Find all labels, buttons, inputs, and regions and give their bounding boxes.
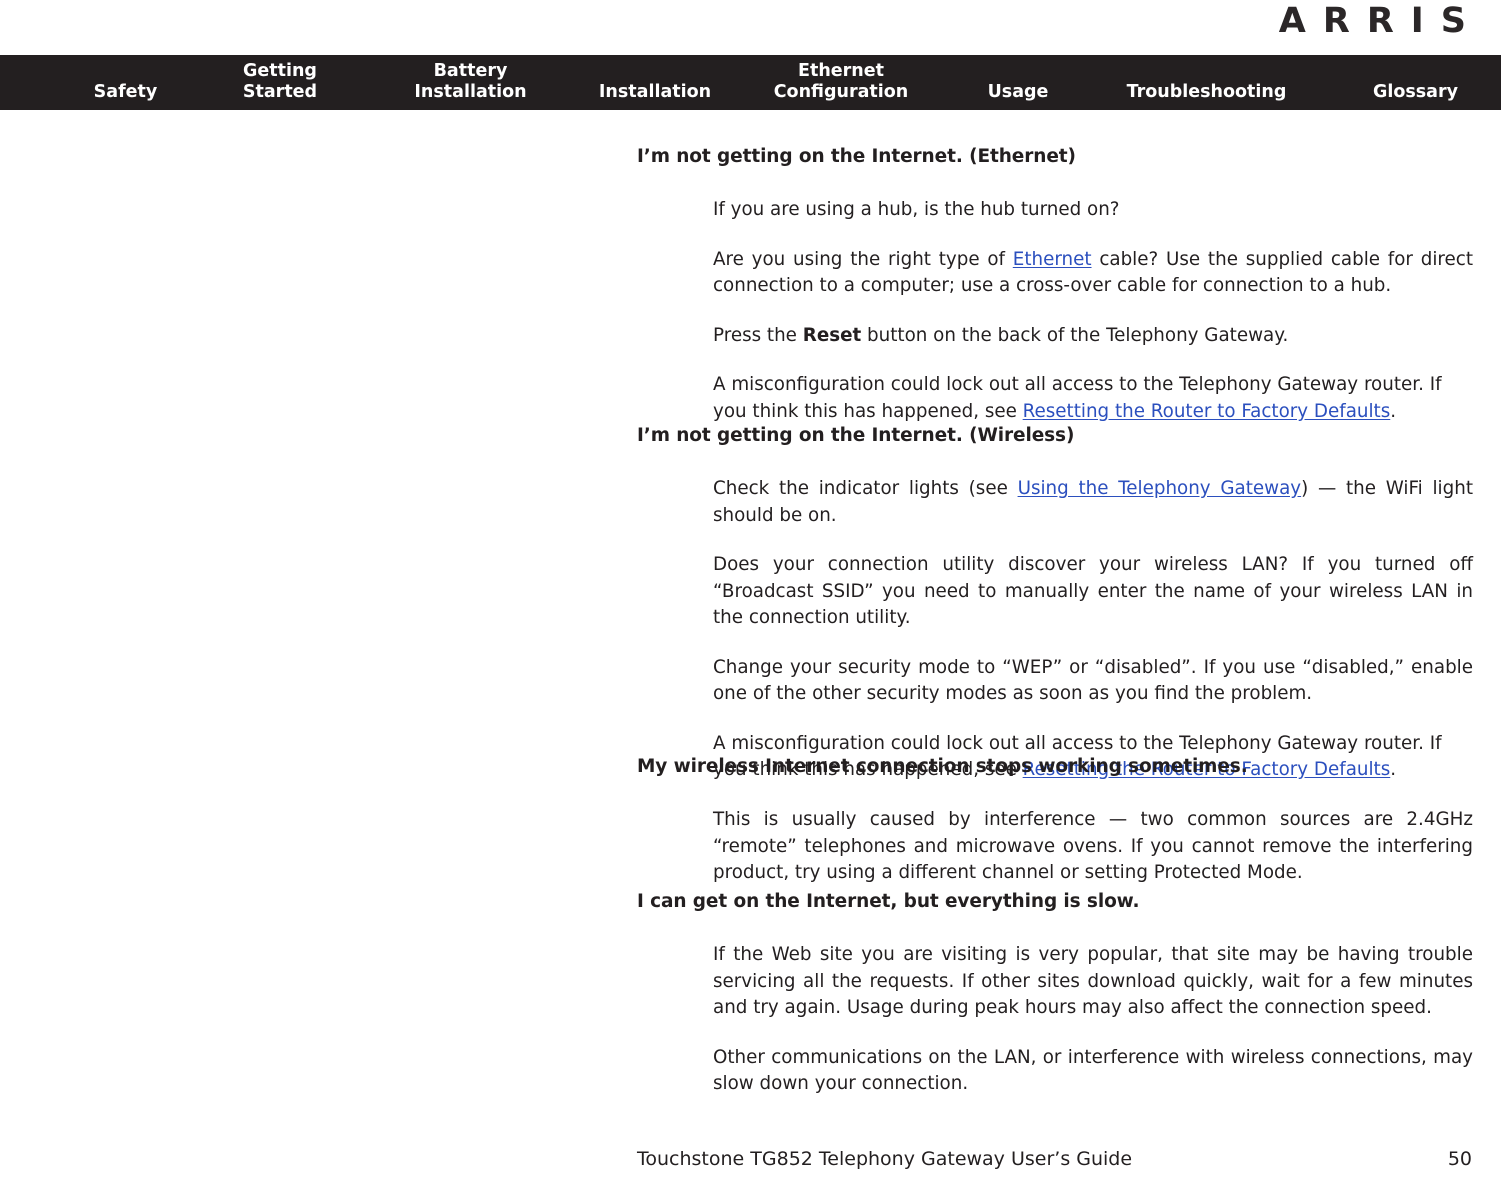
- paragraph-text: .: [1390, 400, 1397, 422]
- paragraph: This is usually caused by interference —…: [713, 807, 1473, 887]
- paragraph: If you are using a hub, is the hub turne…: [713, 197, 1473, 224]
- paragraph-text: Are you using the right type of: [713, 248, 1013, 270]
- paragraph-text: Other communications on the LAN, or inte…: [713, 1046, 1473, 1095]
- paragraph-text: If the Web site you are visiting is very…: [713, 944, 1473, 1018]
- link-using-the-telephony-gateway[interactable]: Using the Telephony Gateway: [1018, 478, 1302, 499]
- bold-reset: Reset: [802, 324, 862, 346]
- paragraph: A misconfiguration could lock out all ac…: [713, 372, 1473, 425]
- paragraph: Does your connection utility discover yo…: [713, 552, 1473, 632]
- section-heading: I can get on the Internet, but everythin…: [637, 891, 1140, 912]
- section-heading: My wireless Internet connection stops wo…: [637, 756, 1248, 777]
- arris-logo: ARRIS: [1278, 1, 1483, 41]
- section-wireless-no-internet: I’m not getting on the Internet. (Wirele…: [637, 424, 1473, 784]
- paragraph-text: Check the indicator lights (see: [713, 478, 1018, 499]
- section-internet-slow: I can get on the Internet, but everythin…: [637, 890, 1473, 1098]
- paragraph: If the Web site you are visiting is very…: [713, 942, 1473, 1022]
- nav-item-usage[interactable]: Usage: [948, 82, 1088, 103]
- section-ethernet-no-internet: I’m not getting on the Internet. (Ethern…: [637, 145, 1473, 425]
- link-resetting-router-factory-defaults[interactable]: Resetting the Router to Factory Defaults: [1023, 401, 1391, 422]
- page-footer: Touchstone TG852 Telephony Gateway User’…: [0, 1145, 1501, 1185]
- section-heading: I’m not getting on the Internet. (Ethern…: [637, 146, 1076, 167]
- paragraph: Press the Reset button on the back of th…: [713, 323, 1473, 350]
- paragraph-text: Change your security mode to “WEP” or “d…: [713, 656, 1473, 705]
- nav-item-safety[interactable]: Safety: [33, 82, 218, 103]
- paragraph: Change your security mode to “WEP” or “d…: [713, 655, 1473, 708]
- nav-item-battery-installation[interactable]: Battery Installation: [358, 61, 583, 103]
- paragraph-text: This is usually caused by interference —…: [713, 809, 1473, 883]
- link-ethernet[interactable]: Ethernet: [1013, 249, 1092, 270]
- nav-item-installation[interactable]: Installation: [570, 82, 740, 103]
- paragraph-text: button on the back of the Telephony Gate…: [861, 324, 1289, 346]
- paragraph-text: Press the: [713, 324, 803, 346]
- section-wireless-stops-working: My wireless Internet connection stops wo…: [637, 755, 1473, 887]
- paragraph-text: If you are using a hub, is the hub turne…: [713, 199, 1120, 220]
- paragraph-text: Does your connection utility discover yo…: [713, 554, 1473, 628]
- section-heading: I’m not getting on the Internet. (Wirele…: [637, 425, 1075, 446]
- paragraph: Other communications on the LAN, or inte…: [713, 1045, 1473, 1098]
- footer-page-number: 50: [1447, 1148, 1472, 1170]
- paragraph: Check the indicator lights (see Using th…: [713, 476, 1473, 529]
- nav-item-ethernet-configuration[interactable]: Ethernet Configuration: [735, 61, 947, 103]
- logo-band: ARRIS: [0, 0, 1501, 55]
- footer-document-title: Touchstone TG852 Telephony Gateway User’…: [637, 1148, 1133, 1170]
- nav-item-troubleshooting[interactable]: Troubleshooting: [1079, 82, 1334, 103]
- nav-item-getting-started[interactable]: Getting Started: [204, 61, 356, 103]
- chapter-navigation-bar: Safety Getting Started Battery Installat…: [0, 55, 1501, 110]
- paragraph: Are you using the right type of Ethernet…: [713, 247, 1473, 300]
- nav-item-glossary[interactable]: Glossary: [1332, 82, 1499, 103]
